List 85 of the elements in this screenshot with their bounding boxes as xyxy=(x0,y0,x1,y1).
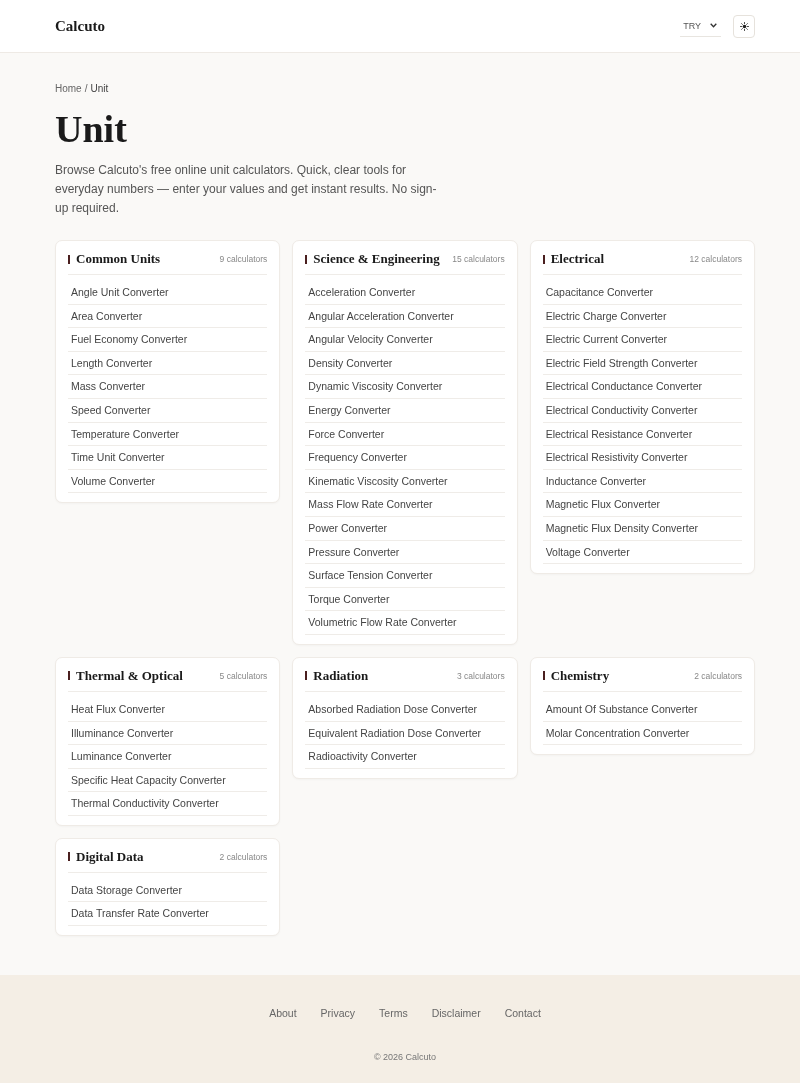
converter-link[interactable]: Mass Flow Rate Converter xyxy=(305,493,436,516)
calculator-count: 5 calculators xyxy=(219,670,268,681)
converter-link[interactable]: Volume Converter xyxy=(68,469,159,493)
converter-link[interactable]: Fuel Economy Converter xyxy=(68,328,191,351)
converter-link[interactable]: Radioactivity Converter xyxy=(305,745,420,768)
converter-link[interactable]: Angular Velocity Converter xyxy=(305,328,436,351)
converter-link[interactable]: Energy Converter xyxy=(305,398,394,422)
converter-link[interactable]: Angular Acceleration Converter xyxy=(305,304,457,328)
converter-link[interactable]: Time Unit Converter xyxy=(68,446,168,469)
converter-link[interactable]: Equivalent Radiation Dose Converter xyxy=(305,721,485,745)
footer-link[interactable]: Terms xyxy=(379,1005,408,1022)
breadcrumb-link[interactable]: Home xyxy=(55,82,82,95)
footer-link[interactable]: Privacy xyxy=(320,1005,356,1022)
converter-link[interactable]: Length Converter xyxy=(68,351,156,375)
currency-select[interactable]: TRY xyxy=(680,15,721,37)
converter-link[interactable]: Electrical Resistivity Converter xyxy=(542,446,691,469)
page-title: Unit xyxy=(55,107,128,151)
converter-link[interactable]: Density Converter xyxy=(305,351,396,375)
calculator-count: 15 calculators xyxy=(452,254,505,264)
breadcrumb-separator: / xyxy=(84,82,88,95)
category-title: Thermal & Optical xyxy=(76,667,183,684)
converter-link[interactable]: Kinematic Viscosity Converter xyxy=(305,469,451,493)
bar-marker-icon xyxy=(68,671,70,681)
converter-link[interactable]: Absorbed Radiation Dose Converter xyxy=(305,697,480,721)
converter-link[interactable]: Inductance Converter xyxy=(542,469,650,493)
copyright-text: © 2026 Calcuto xyxy=(372,1051,438,1064)
converter-link[interactable]: Electrical Resistance Converter xyxy=(542,422,696,446)
converter-link[interactable]: Molar Concentration Converter xyxy=(542,721,693,745)
converter-link[interactable]: Area Converter xyxy=(68,304,146,328)
site-logo[interactable]: Calcuto xyxy=(55,17,105,35)
bar-marker-icon xyxy=(305,254,308,264)
theme-toggle-button[interactable] xyxy=(733,14,755,38)
converter-link[interactable]: Electrical Conductivity Converter xyxy=(542,398,701,422)
calculator-count: 12 calculators xyxy=(689,254,742,264)
converter-link[interactable]: Capacitance Converter xyxy=(542,281,657,304)
bar-marker-icon xyxy=(542,254,545,264)
converter-link[interactable]: Pressure Converter xyxy=(305,540,403,564)
converter-link[interactable]: Electric Current Converter xyxy=(542,328,671,351)
converter-link[interactable]: Angle Unit Converter xyxy=(68,281,172,304)
category-title: Science & Engineering xyxy=(313,251,440,267)
converter-link[interactable]: Speed Converter xyxy=(68,398,154,422)
converter-link[interactable]: Power Converter xyxy=(305,516,391,540)
converter-link[interactable]: Amount Of Substance Converter xyxy=(542,697,701,721)
bar-marker-icon xyxy=(542,671,545,681)
converter-link[interactable]: Electric Field Strength Converter xyxy=(542,351,701,375)
converter-link[interactable]: Frequency Converter xyxy=(305,446,410,469)
sun-icon xyxy=(739,21,749,31)
converter-link[interactable]: Magnetic Flux Converter xyxy=(542,493,664,516)
converter-link[interactable]: Electrical Conductance Converter xyxy=(542,375,706,398)
caret-icon xyxy=(710,23,717,28)
category-title: Radiation xyxy=(313,667,369,684)
page-description: Browse Calcuto's free online unit calculators. Quick, clear tools for everyday numbers — enter your values and get instant results. No sign-up required. xyxy=(55,162,438,217)
bar-marker-icon xyxy=(305,671,308,681)
converter-link[interactable]: Thermal Conductivity Converter xyxy=(68,792,222,815)
converter-link[interactable]: Magnetic Flux Density Converter xyxy=(542,516,701,540)
converter-link[interactable]: Force Converter xyxy=(305,422,388,446)
converter-link[interactable]: Acceleration Converter xyxy=(305,281,419,304)
category-title: Chemistry xyxy=(550,667,610,684)
converter-link[interactable]: Illuminance Converter xyxy=(68,721,177,745)
converter-link[interactable]: Surface Tension Converter xyxy=(305,564,436,587)
bar-marker-icon xyxy=(68,852,70,862)
converter-link[interactable]: Mass Converter xyxy=(68,375,149,398)
category-title: Digital Data xyxy=(76,848,144,865)
category-title: Electrical xyxy=(550,251,605,267)
calculator-count: 2 calculators xyxy=(694,670,742,681)
calculator-count: 3 calculators xyxy=(456,670,505,681)
converter-link[interactable]: Electric Charge Converter xyxy=(542,304,670,328)
converter-link[interactable]: Specific Heat Capacity Converter xyxy=(68,768,229,792)
converter-link[interactable]: Temperature Converter xyxy=(68,422,182,446)
bar-marker-icon xyxy=(68,254,70,264)
converter-link[interactable]: Torque Converter xyxy=(305,587,393,611)
footer-link[interactable]: Contact xyxy=(504,1005,541,1022)
footer-link[interactable]: Disclaimer xyxy=(431,1005,481,1022)
converter-link[interactable]: Luminance Converter xyxy=(68,745,175,768)
converter-link[interactable]: Dynamic Viscosity Converter xyxy=(305,375,446,398)
converter-link[interactable]: Volumetric Flow Rate Converter xyxy=(305,611,460,634)
converter-link[interactable]: Heat Flux Converter xyxy=(68,697,168,721)
calculator-count: 9 calculators xyxy=(219,254,268,264)
footer-link[interactable]: About xyxy=(269,1005,297,1022)
calculator-count: 2 calculators xyxy=(219,851,268,862)
category-title: Common Units xyxy=(76,251,161,267)
converter-link[interactable]: Voltage Converter xyxy=(542,540,633,564)
converter-link[interactable]: Data Transfer Rate Converter xyxy=(68,902,212,926)
converter-link[interactable]: Data Storage Converter xyxy=(68,878,185,902)
breadcrumb-current: Unit xyxy=(90,82,109,95)
